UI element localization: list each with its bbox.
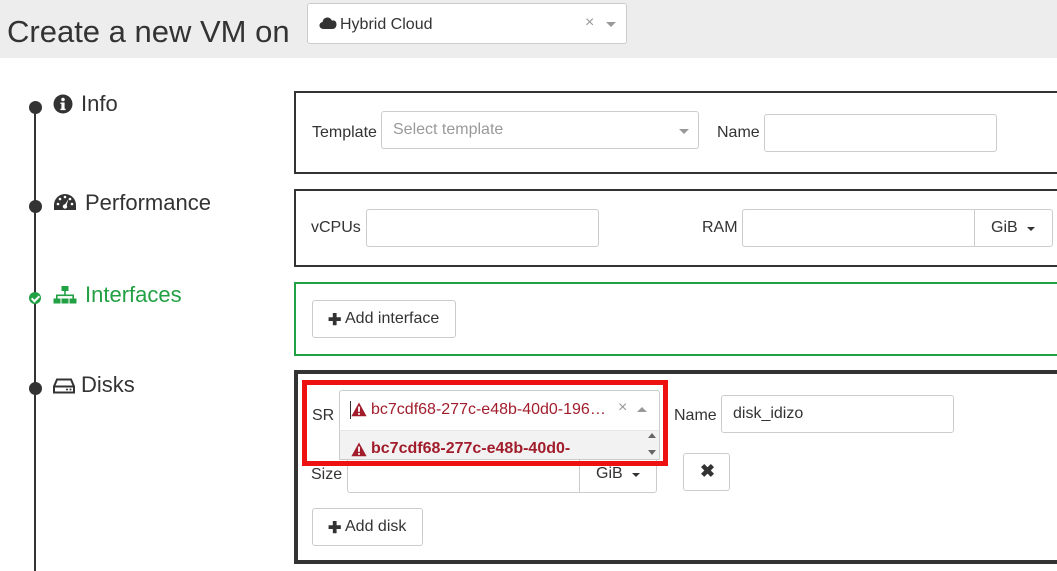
caret-down-icon — [632, 473, 640, 477]
hdd-icon — [53, 378, 75, 399]
template-label: Template — [312, 124, 377, 141]
size-label: Size — [311, 466, 343, 483]
add-interface-button[interactable]: ✚ Add interface — [312, 300, 456, 338]
steps-timeline — [34, 105, 36, 571]
disk-name-label: Name — [674, 407, 717, 424]
remove-disk-button[interactable]: ✖ — [683, 453, 730, 491]
header-bar: Create a new VM on Hybrid Cloud × — [0, 0, 1057, 58]
step-label-disks[interactable]: Disks — [81, 372, 135, 398]
add-interface-label: Add interface — [345, 310, 440, 327]
caret-down-icon — [1027, 227, 1035, 231]
highlight-box — [302, 380, 668, 466]
ram-input[interactable] — [742, 209, 976, 247]
cloud-icon — [319, 16, 337, 35]
pool-select[interactable]: Hybrid Cloud × — [307, 3, 627, 44]
step-label-performance[interactable]: Performance — [85, 190, 211, 216]
clear-selection-icon[interactable]: × — [585, 14, 594, 32]
info-section: Template Select template Name — [294, 91, 1057, 174]
vcpus-label: vCPUs — [311, 219, 361, 236]
pool-select-value: Hybrid Cloud — [340, 16, 433, 33]
template-placeholder: Select template — [393, 121, 504, 138]
performance-section: vCPUs RAM GiB — [294, 189, 1057, 267]
step-marker-performance — [29, 200, 42, 213]
ram-unit-label: GiB — [991, 219, 1018, 236]
page: Create a new VM on Hybrid Cloud × Info P… — [0, 0, 1057, 571]
step-marker-disks — [29, 382, 42, 395]
chevron-down-icon[interactable] — [606, 22, 616, 27]
sitemap-icon — [53, 285, 77, 310]
close-icon: ✖ — [700, 461, 716, 481]
ram-label: RAM — [702, 219, 738, 236]
page-title: Create a new VM on — [7, 14, 290, 49]
name-label: Name — [717, 124, 760, 141]
vcpus-input[interactable] — [366, 209, 599, 247]
template-select[interactable]: Select template — [381, 111, 699, 149]
plus-icon: ✚ — [328, 312, 342, 329]
plus-icon: ✚ — [328, 520, 342, 537]
size-unit-label: GiB — [596, 465, 623, 482]
step-label-interfaces[interactable]: Interfaces — [85, 282, 182, 308]
dashboard-icon — [53, 193, 77, 218]
disk-name-input[interactable] — [721, 395, 954, 433]
info-circle-icon — [53, 94, 73, 119]
step-label-info[interactable]: Info — [81, 91, 118, 117]
add-disk-label: Add disk — [345, 518, 407, 535]
ram-unit-dropdown[interactable]: GiB — [974, 209, 1053, 247]
step-marker-info — [29, 101, 42, 114]
step-marker-interfaces — [29, 292, 41, 304]
add-disk-button[interactable]: ✚ Add disk — [312, 508, 423, 546]
vm-name-input[interactable] — [764, 114, 997, 152]
chevron-down-icon[interactable] — [679, 129, 689, 134]
interfaces-section: ✚ Add interface — [294, 282, 1057, 356]
